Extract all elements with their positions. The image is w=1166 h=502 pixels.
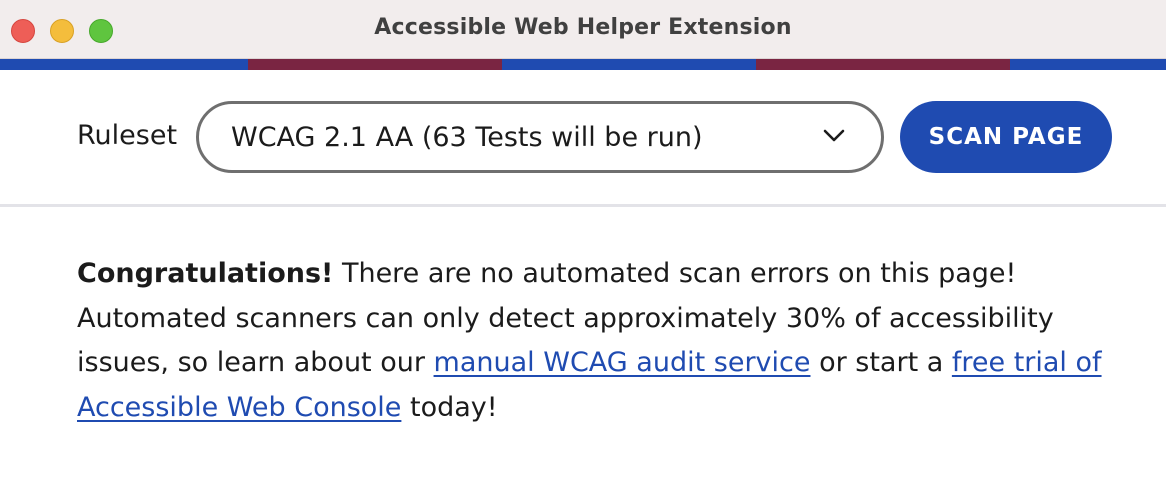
scan-page-button[interactable]: SCAN PAGE [900, 101, 1112, 173]
stripe-segment [502, 59, 756, 70]
title-bar[interactable]: Accessible Web Helper Extension [0, 0, 1166, 59]
stripe-segment [0, 59, 248, 70]
window-title: Accessible Web Helper Extension [374, 15, 792, 40]
stripe-segment [756, 59, 1010, 70]
brand-stripe [0, 59, 1166, 70]
ruleset-label: Ruleset [77, 120, 178, 151]
stripe-segment [248, 59, 502, 70]
app-window: Accessible Web Helper Extension Ruleset … [0, 0, 1166, 502]
chevron-down-icon [823, 129, 845, 142]
manual-audit-link[interactable]: manual WCAG audit service [434, 347, 811, 378]
message-text: or start a [810, 347, 952, 378]
message-text: today! [401, 391, 498, 423]
scan-result-message: Congratulations! There are no automated … [77, 252, 1107, 430]
scan-toolbar: Ruleset WCAG 2.1 AA (63 Tests will be ru… [0, 70, 1166, 207]
ruleset-selected-value: WCAG 2.1 AA (63 Tests will be run) [231, 122, 703, 153]
congratulations-heading: Congratulations! [77, 258, 334, 289]
stripe-segment [1010, 59, 1166, 70]
ruleset-select[interactable]: WCAG 2.1 AA (63 Tests will be run) [196, 101, 884, 173]
